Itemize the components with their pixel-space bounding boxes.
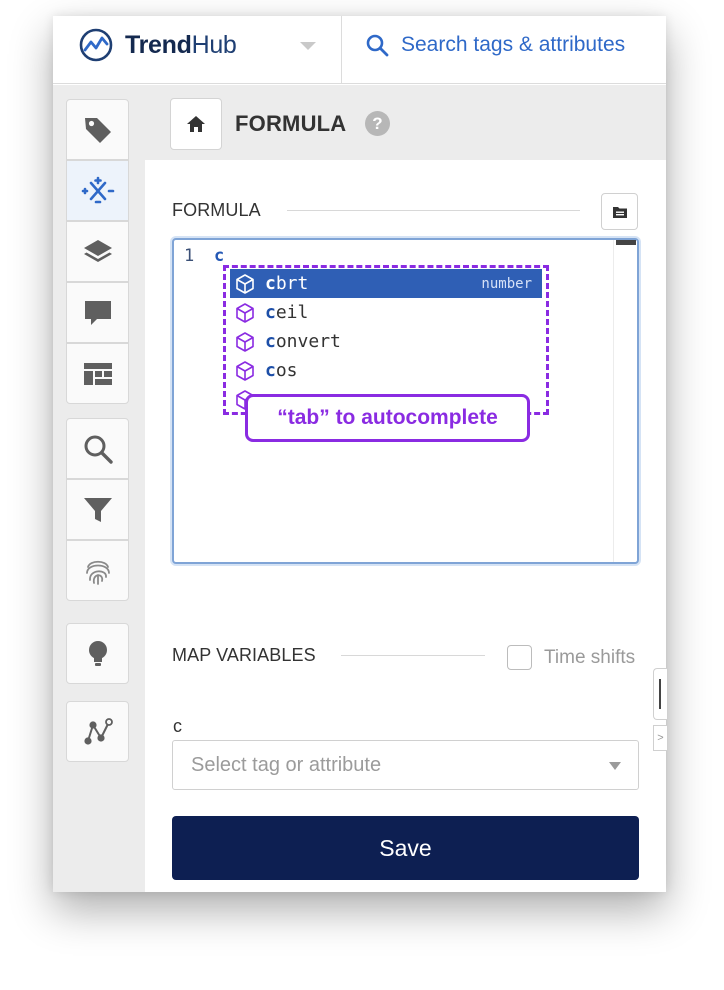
search-tags-input[interactable]: Search tags & attributes	[365, 30, 625, 60]
lightbulb-icon	[88, 640, 107, 666]
cube-icon	[236, 360, 254, 381]
formula-editor[interactable]: 1 c cbrt number ceil convert cos “tab” t…	[172, 238, 639, 564]
graph-nodes-icon	[83, 717, 113, 745]
brand-logo[interactable]: TrendHub	[79, 28, 237, 62]
line-number: 1	[184, 246, 195, 266]
sidebar-item-filter[interactable]	[66, 479, 129, 540]
map-variables-label: MAP VARIABLES	[172, 645, 316, 665]
time-shifts-label: Time shifts	[544, 647, 636, 668]
tag-attribute-select[interactable]: Select tag or attribute	[172, 740, 639, 790]
select-placeholder: Select tag or attribute	[191, 754, 382, 776]
sidebar-item-layers[interactable]	[66, 221, 129, 282]
tag-icon	[84, 117, 111, 143]
sidebar-item-graph[interactable]	[66, 701, 129, 762]
formula-section-label: FORMULA	[172, 200, 261, 220]
suggestion-type: number	[481, 275, 532, 292]
comment-icon	[84, 300, 111, 325]
autocomplete-dropdown: cbrt number ceil convert cos	[223, 265, 549, 415]
formula-panel: FORMULA 1 c cbrt number ceil convert cos…	[145, 160, 666, 892]
suggestion-ceil[interactable]: ceil	[230, 298, 542, 327]
dashboard-icon	[83, 362, 112, 385]
divider	[341, 16, 342, 84]
formula-code[interactable]: c	[214, 246, 224, 266]
scrollbar-thumb[interactable]	[616, 240, 636, 245]
side-panel-handle[interactable]	[653, 668, 667, 720]
search-placeholder: Search tags & attributes	[401, 33, 626, 56]
section-divider	[287, 210, 580, 211]
sidebar-item-dashboards[interactable]	[66, 343, 129, 404]
chevron-down-icon[interactable]	[299, 40, 317, 52]
panel-header: FORMULA ?	[145, 85, 666, 160]
cube-icon	[236, 273, 254, 294]
app-window: TrendHub Search tags & attributes FORMUL…	[53, 16, 666, 892]
sidebar-item-tags[interactable]	[66, 99, 129, 160]
trend-chart-circle-icon	[79, 28, 113, 62]
top-bar: TrendHub Search tags & attributes	[53, 16, 666, 84]
home-button[interactable]	[170, 98, 222, 150]
suggestion-convert[interactable]: convert	[230, 327, 542, 356]
filter-icon	[83, 497, 112, 522]
search-icon	[84, 435, 113, 464]
brand-name: TrendHub	[125, 30, 237, 59]
cube-icon	[236, 302, 254, 323]
suggestion-cos[interactable]: cos	[230, 356, 542, 385]
chevron-right-icon[interactable]: >	[653, 725, 667, 751]
sidebar-item-fingerprint[interactable]	[66, 540, 129, 601]
variable-name-label: c	[173, 716, 182, 736]
sidebar-item-formula[interactable]	[66, 160, 129, 221]
document-icon	[612, 206, 627, 218]
help-icon[interactable]: ?	[365, 111, 390, 136]
sidebar-item-search[interactable]	[66, 418, 129, 479]
sidebar	[53, 85, 145, 892]
suggestion-cbrt[interactable]: cbrt number	[230, 269, 542, 298]
layers-icon	[83, 239, 112, 262]
formula-icon	[81, 176, 114, 203]
autocomplete-tooltip: “tab” to autocomplete	[245, 394, 530, 442]
cube-icon	[236, 331, 254, 352]
home-icon	[187, 116, 205, 132]
time-shifts-checkbox[interactable]	[507, 645, 532, 670]
page-title: FORMULA	[235, 111, 347, 136]
save-button[interactable]: Save	[172, 816, 639, 880]
sidebar-item-comments[interactable]	[66, 282, 129, 343]
search-icon	[366, 34, 389, 57]
formula-docs-button[interactable]	[601, 193, 638, 230]
editor-scrollbar[interactable]	[613, 240, 637, 562]
caret-down-icon	[609, 762, 621, 770]
fingerprint-icon	[85, 560, 110, 585]
sidebar-item-insights[interactable]	[66, 623, 129, 684]
section-divider	[341, 655, 485, 656]
